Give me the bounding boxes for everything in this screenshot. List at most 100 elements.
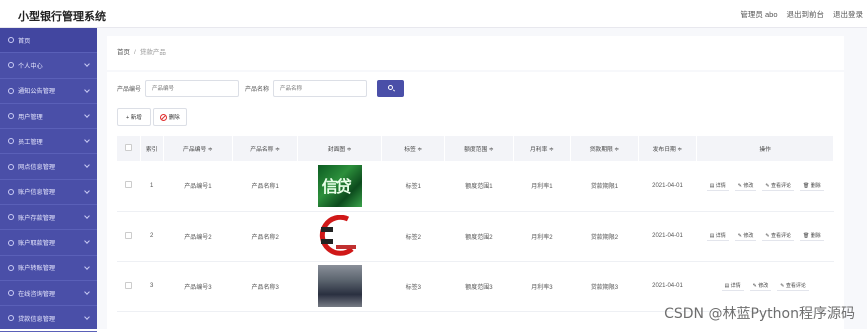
row-delete-label: 删除 [811,183,821,189]
sidebar-item-label: 个人中心 [18,61,43,70]
review-button[interactable]: ✎ 查看评论 [762,231,794,241]
select-all-checkbox[interactable] [125,144,132,151]
chevron-down-icon [84,264,90,270]
chevron-down-icon [84,112,90,118]
sidebar-item-profile[interactable]: 个人中心 [0,53,97,78]
chevron-down-icon [84,188,90,194]
column-header[interactable]: 额度范围 ≑ [445,136,513,161]
tag-cell: 标签1 [382,161,445,211]
column-header[interactable]: 标签 ≑ [382,136,445,161]
cover-image[interactable] [318,215,362,257]
row-select-cell [117,261,140,311]
sidebar-item-consult[interactable]: 在线咨询管理 [0,281,97,306]
product-code-input[interactable] [145,80,239,97]
sidebar-item-staff[interactable]: 员工管理 [0,129,97,154]
sidebar-item-label: 在线咨询管理 [18,289,55,298]
actions-cell: ▤ 详情 ✎ 修改 ✎ 查看评论 🗑 删除 [697,211,834,261]
admin-user-link[interactable]: 管理员 abo [740,9,777,20]
delete-button[interactable]: 删除 [153,108,187,126]
actions-cell: ▤ 详情 ✎ 修改 ✎ 查看评论 🗑 删除 [697,161,834,211]
index-cell: 3 [140,261,163,311]
chevron-down-icon [84,289,90,295]
chat-icon [8,290,14,296]
chevron-down-icon [84,314,90,320]
row-select-cell [117,211,140,261]
column-header[interactable]: 贷款期限 ≑ [571,136,638,161]
withdraw-icon [8,240,14,246]
review-button[interactable]: ✎ 查看评论 [762,181,794,191]
row-delete-label: 删除 [811,233,821,239]
row-delete-button[interactable]: 🗑 删除 [800,181,824,191]
cover-image[interactable]: 信贷 [318,165,362,207]
column-header[interactable]: 产品编号 ≑ [163,136,232,161]
column-header[interactable]: 封面图 ≑ [298,136,382,161]
sidebar-item-deposits[interactable]: 账户存款管理 [0,205,97,230]
notice-icon [8,88,14,94]
search-icon [388,85,393,90]
logout-link[interactable]: 退出登录 [833,9,863,20]
detail-button[interactable]: ▤ 详情 [707,181,729,191]
deposit-icon [8,214,14,220]
row-checkbox[interactable] [125,282,132,289]
term-cell: 贷款期限1 [571,161,638,211]
cover-image-cell: 信贷 [298,161,382,211]
chevron-down-icon [84,239,90,245]
review-label: 查看评论 [771,183,791,189]
review-button[interactable]: ✎ 查看评论 [777,281,809,291]
row-checkbox[interactable] [125,181,132,188]
sidebar-item-label: 账户取款管理 [18,238,55,247]
search-button[interactable] [377,80,404,97]
toolbar: + 新增 删除 [117,108,187,126]
detail-button[interactable]: ▤ 详情 [707,231,729,241]
detail-button[interactable]: ▤ 详情 [722,281,744,291]
rate-cell: 月利率1 [513,161,571,211]
sidebar: 首页 个人中心 通知公告管理 用户管理 员工管理 网点信息管理 账户信息管理 账… [0,28,97,329]
date-cell: 2021-04-01 [638,211,697,261]
product-code-label: 产品编号 [117,84,141,93]
sidebar-item-home[interactable]: 首页 [0,28,97,53]
product-name-cell: 产品名称2 [233,211,298,261]
add-button-label: + 新增 [126,113,142,121]
date-cell: 2021-04-01 [638,161,697,211]
cover-image-photo[interactable] [318,265,362,307]
product-name-input[interactable] [273,80,367,97]
breadcrumb-home[interactable]: 首页 [117,49,130,56]
edit-label: 修改 [758,283,768,289]
chevron-down-icon [84,87,90,93]
column-header: 操作 [697,136,834,161]
column-header[interactable]: 产品名称 ≑ [233,136,298,161]
sidebar-item-loans[interactable]: 贷款信息管理 [0,306,97,331]
account-icon [8,189,14,195]
row-checkbox[interactable] [125,232,132,239]
main-content: 首页/贷款产品 产品编号 产品名称 + 新增 删除 索引 产品编号 ≑ 产品名称… [97,28,867,329]
watermark-text: CSDN @林蓝Python程序源码 [664,303,855,323]
column-header[interactable]: 发布日期 ≑ [638,136,697,161]
edit-button[interactable]: ✎ 修改 [750,281,772,291]
sidebar-item-withdrawals[interactable]: 账户取款管理 [0,230,97,255]
add-button[interactable]: + 新增 [117,108,151,126]
back-to-frontend-link[interactable]: 退出到前台 [787,9,825,20]
rate-cell: 月利率2 [513,211,571,261]
term-cell: 贷款期限3 [571,261,638,311]
edit-label: 修改 [743,183,753,189]
content-panel: 产品编号 产品名称 + 新增 删除 索引 产品编号 ≑ 产品名称 ≑ 封面图 ≑… [107,72,844,329]
index-cell: 2 [140,211,163,261]
cover-image-cell [298,261,382,311]
sidebar-item-transfers[interactable]: 账户转账管理 [0,256,97,281]
sidebar-item-label: 账户信息管理 [18,187,55,196]
breadcrumb-separator: / [134,49,136,56]
sidebar-item-users[interactable]: 用户管理 [0,104,97,129]
row-delete-button[interactable]: 🗑 删除 [800,231,824,241]
column-header[interactable]: 月利率 ≑ [513,136,571,161]
sidebar-item-branches[interactable]: 网点信息管理 [0,154,97,179]
branch-icon [8,164,14,170]
sidebar-item-accounts[interactable]: 账户信息管理 [0,180,97,205]
edit-button[interactable]: ✎ 修改 [735,181,757,191]
sidebar-item-label: 员工管理 [18,137,43,146]
column-header[interactable]: 索引 [140,136,163,161]
sidebar-item-label: 网点信息管理 [18,162,55,171]
edit-button[interactable]: ✎ 修改 [735,231,757,241]
row-select-cell [117,161,140,211]
sidebar-item-notices[interactable]: 通知公告管理 [0,79,97,104]
product-name-label: 产品名称 [245,84,269,93]
